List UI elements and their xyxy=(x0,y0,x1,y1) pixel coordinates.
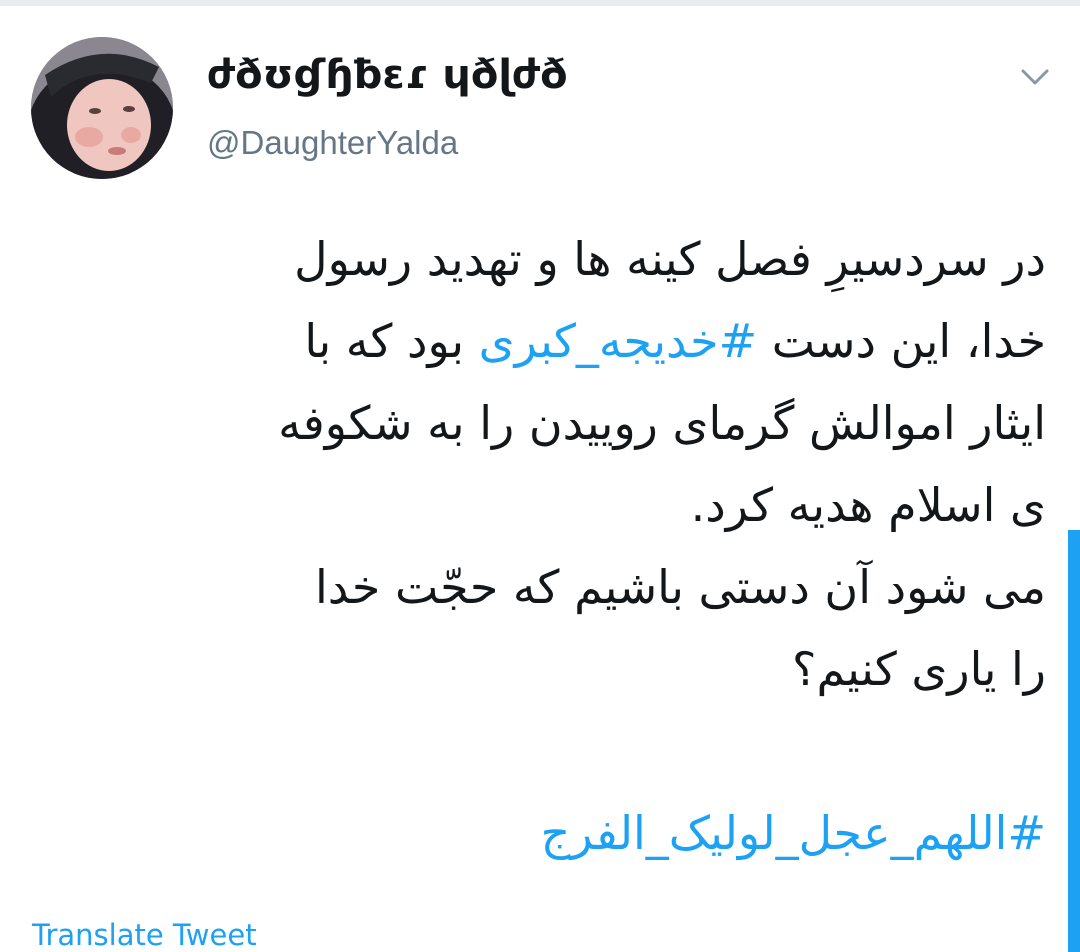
avatar[interactable] xyxy=(31,37,173,179)
top-divider xyxy=(0,0,1080,6)
chevron-down-icon[interactable] xyxy=(1018,64,1052,90)
tweet-line: ایثار اموالش گرمای روییدن را به شکوفه xyxy=(278,396,1046,450)
tweet-line: ی اسلام هدیه کرد. xyxy=(690,478,1046,532)
hashtag-link[interactable]: #خدیجه_کبری xyxy=(479,314,757,368)
tweet-line: خدا، این دست #خدیجه_کبری بود که با xyxy=(36,300,1046,382)
avatar-photo xyxy=(31,37,173,179)
display-name[interactable]: ժðʊɠɧƀɛɾ ɥðɭժð xyxy=(207,52,568,98)
tweet-line: را یاری کنیم؟ xyxy=(792,642,1046,696)
hashtag-link[interactable]: #اللهم_عجل_لولیک_الفرج xyxy=(36,792,1046,874)
tweet-line-segment: بود که با xyxy=(304,314,465,368)
tweet-line: در سردسیرِ فصل کینه ها و تهدید رسول xyxy=(294,232,1046,286)
user-handle[interactable]: @DaughterYalda xyxy=(207,124,458,162)
tweet-line-segment: خدا، این دست xyxy=(771,314,1046,368)
scrollbar[interactable] xyxy=(1068,530,1080,952)
tweet-line: می شود آن دستی باشیم که حجّت خدا xyxy=(314,560,1046,614)
tweet-text: در سردسیرِ فصل کینه ها و تهدید رسول خدا،… xyxy=(36,218,1046,874)
translate-tweet-link[interactable]: Translate Tweet xyxy=(32,918,257,952)
